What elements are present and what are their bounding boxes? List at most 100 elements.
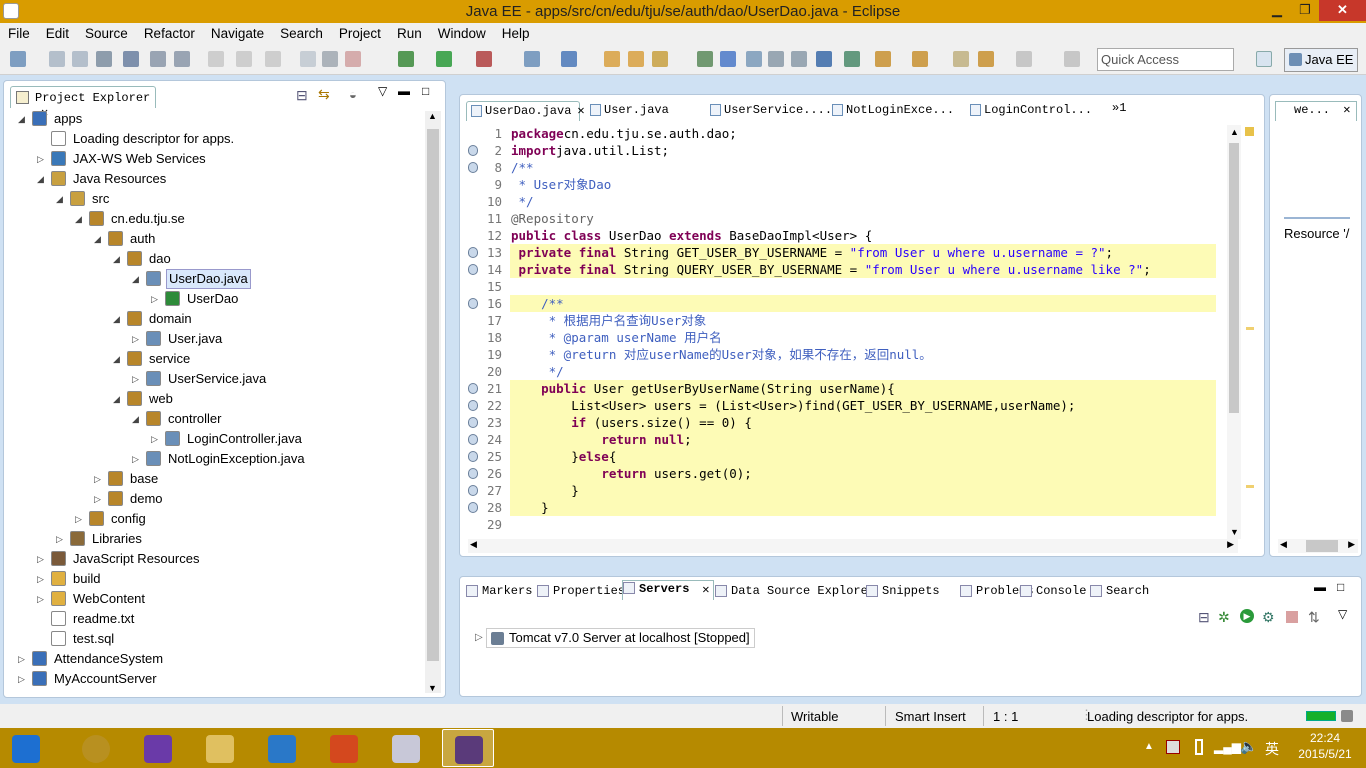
tree-item[interactable]: ◢ auth xyxy=(4,229,424,249)
tree-item[interactable]: ◢ web xyxy=(4,389,424,409)
toolbar-button-icon[interactable] xyxy=(720,51,736,67)
tree-item[interactable]: readme.txt xyxy=(4,609,424,629)
side-scrollbar[interactable]: ◀ ▶ xyxy=(1278,539,1358,553)
chevron-down-icon[interactable]: ▽ xyxy=(378,84,387,98)
tab-overflow[interactable]: »1 xyxy=(1112,101,1126,115)
toolbar-button-icon[interactable] xyxy=(72,51,88,67)
overview-ruler-marker[interactable] xyxy=(1246,327,1254,330)
menu-run[interactable]: Run xyxy=(389,26,430,41)
menu-navigate[interactable]: Navigate xyxy=(203,26,272,41)
expanded-arrow-icon[interactable]: ◢ xyxy=(132,409,139,429)
minimize-view-icon[interactable]: ▬ xyxy=(1314,580,1326,594)
bottom-tab[interactable]: Properties xyxy=(537,584,625,598)
expanded-arrow-icon[interactable]: ◢ xyxy=(56,189,63,209)
expand-arrow-icon[interactable]: ▷ xyxy=(475,632,483,643)
tree-item[interactable]: ▷ base xyxy=(4,469,424,489)
toolbar-button-icon[interactable] xyxy=(978,51,994,67)
toolbar-button-icon[interactable] xyxy=(1016,51,1032,67)
bottom-tab[interactable]: Snippets xyxy=(866,584,940,598)
taskbar-chrome-icon[interactable] xyxy=(70,729,122,767)
toolbar-button-icon[interactable] xyxy=(10,51,26,67)
collapsed-arrow-icon[interactable]: ▷ xyxy=(151,289,158,309)
menu-project[interactable]: Project xyxy=(331,26,389,41)
bottom-tab[interactable]: Markers xyxy=(466,584,532,598)
tree-item[interactable]: ▷ UserService.java xyxy=(4,369,424,389)
toolbar-button-icon[interactable] xyxy=(398,51,414,67)
tab-project-explorer[interactable]: Project Explorer ✕ xyxy=(10,86,156,120)
chevron-down-icon[interactable]: ▽ xyxy=(1338,607,1347,621)
scroll-thumb[interactable] xyxy=(427,129,439,661)
expanded-arrow-icon[interactable]: ◢ xyxy=(37,169,44,189)
toolbar-button-icon[interactable] xyxy=(436,51,452,67)
overview-ruler-marker[interactable] xyxy=(1245,127,1254,136)
tree-item[interactable]: ◢ controller xyxy=(4,409,424,429)
collapse-all-icon[interactable]: ⊟ xyxy=(296,87,308,104)
editor-horizontal-scrollbar[interactable]: ◀ ▶ xyxy=(468,539,1238,553)
toolbar-button-icon[interactable] xyxy=(476,51,492,67)
collapsed-arrow-icon[interactable]: ▷ xyxy=(132,369,139,389)
taskbar-visual-studio-icon[interactable] xyxy=(132,729,184,767)
toolbar-button-icon[interactable] xyxy=(953,51,969,67)
scroll-up-icon[interactable]: ▲ xyxy=(428,111,437,121)
toolbar-button-icon[interactable] xyxy=(768,51,784,67)
publish-icon[interactable]: ⇅ xyxy=(1308,609,1320,626)
expanded-arrow-icon[interactable]: ◢ xyxy=(75,209,82,229)
scroll-left-icon[interactable]: ◀ xyxy=(470,539,477,550)
toolbar-button-icon[interactable] xyxy=(123,51,139,67)
perspective-java-ee-button[interactable]: Java EE xyxy=(1284,48,1358,72)
menu-file[interactable]: File xyxy=(0,26,38,41)
collapsed-arrow-icon[interactable]: ▷ xyxy=(75,509,82,529)
collapsed-arrow-icon[interactable]: ▷ xyxy=(37,569,44,589)
menu-help[interactable]: Help xyxy=(494,26,538,41)
collapsed-arrow-icon[interactable]: ▷ xyxy=(18,669,25,689)
stop-server-icon[interactable] xyxy=(1286,611,1298,623)
tab-web-browser[interactable]: we... ✕ xyxy=(1275,101,1357,121)
collapsed-arrow-icon[interactable]: ▷ xyxy=(56,529,63,549)
scroll-up-icon[interactable]: ▲ xyxy=(1230,127,1239,137)
editor-tab[interactable]: User.java xyxy=(586,101,702,121)
scroll-thumb[interactable] xyxy=(1229,143,1239,413)
taskbar-powerpoint-icon[interactable] xyxy=(318,729,370,767)
profile-server-icon[interactable]: ⚙ xyxy=(1262,609,1275,626)
debug-server-icon[interactable]: ✲ xyxy=(1218,609,1230,626)
collapsed-arrow-icon[interactable]: ▷ xyxy=(132,329,139,349)
collapsed-arrow-icon[interactable]: ▷ xyxy=(37,549,44,569)
tree-item[interactable]: ▷ MyAccountServer xyxy=(4,669,424,689)
toolbar-button-icon[interactable] xyxy=(150,51,166,67)
toolbar-button-icon[interactable] xyxy=(746,51,762,67)
expanded-arrow-icon[interactable]: ◢ xyxy=(94,229,101,249)
tree-item[interactable]: ▷ NotLoginException.java xyxy=(4,449,424,469)
progress-view-icon[interactable] xyxy=(1341,710,1353,722)
scroll-right-icon[interactable]: ▶ xyxy=(1227,539,1234,550)
bottom-tab[interactable]: Console xyxy=(1020,584,1086,598)
tree-item[interactable]: Loading descriptor for apps. xyxy=(4,129,424,149)
scroll-down-icon[interactable]: ▼ xyxy=(1230,527,1239,537)
overview-ruler-marker[interactable] xyxy=(1246,485,1254,488)
taskbar-notepad-icon[interactable] xyxy=(256,729,308,767)
quick-access-input[interactable]: Quick Access xyxy=(1097,48,1234,71)
scroll-right-icon[interactable]: ▶ xyxy=(1348,539,1355,550)
editor-tab[interactable]: UserDao.java ✕ xyxy=(466,101,585,121)
wifi-icon[interactable]: ▂▄▆ xyxy=(1214,740,1241,754)
collapsed-arrow-icon[interactable]: ▷ xyxy=(94,469,101,489)
close-icon[interactable]: ✕ xyxy=(1319,0,1366,21)
collapsed-arrow-icon[interactable]: ▷ xyxy=(94,489,101,509)
menu-source[interactable]: Source xyxy=(77,26,136,41)
toolbar-button-icon[interactable] xyxy=(628,51,644,67)
scroll-down-icon[interactable]: ▼ xyxy=(428,683,437,693)
editor-tab[interactable]: LoginControl... xyxy=(966,101,1092,121)
toolbar-button-icon[interactable] xyxy=(96,51,112,67)
restore-icon[interactable]: ❐ xyxy=(1291,0,1319,21)
toolbar-button-icon[interactable] xyxy=(561,51,577,67)
collapsed-arrow-icon[interactable]: ▷ xyxy=(37,589,44,609)
tree-item[interactable]: ▷ config xyxy=(4,509,424,529)
toolbar-button-icon[interactable] xyxy=(1064,51,1080,67)
menu-refactor[interactable]: Refactor xyxy=(136,26,203,41)
tree-item[interactable]: ▷ WebContent xyxy=(4,589,424,609)
expanded-arrow-icon[interactable]: ◢ xyxy=(113,349,120,369)
toolbar-button-icon[interactable] xyxy=(265,51,281,67)
toolbar-button-icon[interactable] xyxy=(49,51,65,67)
collapsed-arrow-icon[interactable]: ▷ xyxy=(18,649,25,669)
tree-item[interactable]: ◢ dao xyxy=(4,249,424,269)
tree-item[interactable]: ▷ Libraries xyxy=(4,529,424,549)
